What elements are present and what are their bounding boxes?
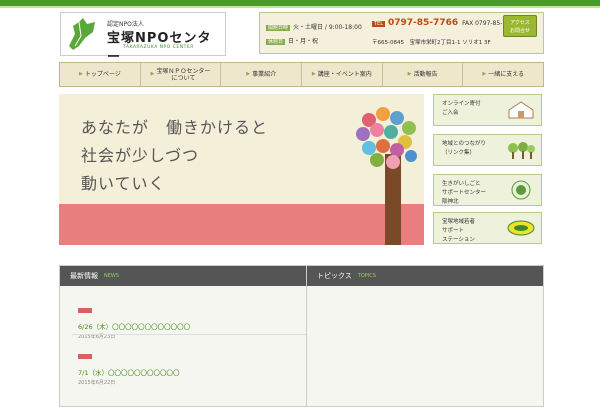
- phone-row: TEL 0797-85-7766 FAX 0797-85-7799: [372, 18, 518, 28]
- side-banner-label: 地域とのつながり （リンク集）: [442, 141, 486, 156]
- hyogo-map-logo-icon: [69, 18, 95, 50]
- topics-title-en: TOPICS: [357, 273, 376, 279]
- hero-line-1: あなたが 働きかけると: [81, 118, 269, 137]
- topics-header: トピックス TOPICS: [307, 266, 543, 286]
- triangle-bullet-icon: ▶: [407, 71, 412, 77]
- nav-item-support[interactable]: ▶ 一緒に支える: [463, 63, 543, 86]
- saposte-logo-icon: [507, 220, 535, 236]
- new-badge: [78, 308, 92, 313]
- triangle-bullet-icon: ▶: [311, 71, 316, 77]
- nav-item-label: 宝塚ＮＰＯセンター について: [156, 67, 211, 82]
- news-item-title[interactable]: 6/26（木）〇〇〇〇〇〇〇〇〇〇〇〇: [78, 321, 190, 331]
- hours-label: 開館日時: [266, 25, 291, 31]
- nav-item-label: 講座・イベント案内: [317, 71, 372, 78]
- triangle-bullet-icon: ▶: [150, 71, 155, 77]
- tel-number[interactable]: 0797-85-7766: [388, 18, 458, 28]
- heart-tree-icon: [356, 107, 417, 169]
- list-item[interactable]: 7/1（水）〇〇〇〇〇〇〇〇〇〇〇 2015年6月22日: [78, 344, 179, 386]
- closed-label: 休館日: [266, 39, 286, 45]
- closed-row: 休館日 日・月・祝: [266, 36, 318, 45]
- news-title-en: NEWS: [104, 273, 120, 279]
- nav-item-label: トップページ: [84, 71, 121, 78]
- side-banner-donation[interactable]: オンライン寄付 ご入会: [433, 94, 542, 126]
- hours-value: 火・土曜日 / 9:00-18:00: [293, 24, 362, 31]
- topics-panel: トピックス TOPICS: [306, 265, 544, 407]
- cdc-logo-icon: [511, 180, 531, 200]
- side-banner-saposte[interactable]: 宝塚地域若者 サポート ステーション: [433, 212, 542, 244]
- side-banner-ikigai[interactable]: 生きがいしごと サポートセンター 阪神北: [433, 174, 542, 206]
- triangle-bullet-icon: ▶: [246, 71, 251, 77]
- news-item-title[interactable]: 7/1（水）〇〇〇〇〇〇〇〇〇〇〇: [78, 367, 179, 377]
- hero-line-2: 社会が少しづつ: [81, 146, 200, 165]
- triangle-bullet-icon: ▶: [482, 71, 487, 77]
- contact-info-box: 開館日時 火・土曜日 / 9:00-18:00 休館日 日・月・祝 TEL 0797-…: [259, 12, 544, 54]
- nav-item-events[interactable]: ▶ 講座・イベント案内: [302, 63, 383, 86]
- hero-pink-band: [59, 204, 424, 245]
- side-banner-links[interactable]: 地域とのつながり （リンク集）: [433, 134, 542, 166]
- global-nav: ▶ トップページ ▶ 宝塚ＮＰＯセンター について ▶ 事業紹介 ▶ 講座・イベント案内…: [59, 62, 544, 87]
- nav-item-about[interactable]: ▶ 宝塚ＮＰＯセンター について: [141, 63, 222, 86]
- address: 〒665-0845 宝塚市栄町2丁目1-1 ソリオ1 3F: [372, 40, 491, 46]
- new-badge: [78, 354, 92, 359]
- hero-line-3: 動いていく: [81, 174, 166, 193]
- nav-item-reports[interactable]: ▶ 活動報告: [383, 63, 464, 86]
- side-banner-label: 宝塚地域若者 サポート ステーション: [442, 219, 476, 243]
- side-banner-label: 生きがいしごと サポートセンター 阪神北: [442, 181, 487, 205]
- nav-item-label: 活動報告: [413, 71, 438, 78]
- triangle-bullet-icon: ▶: [78, 71, 83, 77]
- nav-item-projects[interactable]: ▶ 事業紹介: [221, 63, 303, 86]
- news-title: 最新情報: [70, 272, 98, 280]
- access-contact-button[interactable]: アクセス お問合せ: [503, 15, 537, 37]
- news-divider: [72, 334, 339, 335]
- nav-item-label: 一緒に支える: [488, 71, 525, 78]
- hours-row: 開館日時 火・土曜日 / 9:00-18:00: [266, 22, 362, 31]
- topics-title: トピックス: [317, 272, 352, 280]
- site-logo[interactable]: 認定NPO法人 宝塚NPOセンター TAKARAZUKA NPO CENTER: [60, 12, 226, 65]
- closed-value: 日・月・祝: [288, 38, 319, 45]
- side-banner-label: オンライン寄付 ご入会: [442, 101, 481, 116]
- tel-label: TEL: [372, 21, 385, 27]
- trees-icon: [508, 142, 535, 159]
- news-item-date: 2015年6月22日: [78, 380, 116, 386]
- nav-item-top[interactable]: ▶ トップページ: [60, 63, 141, 86]
- logo-english: TAKARAZUKA NPO CENTER: [123, 45, 194, 50]
- house-icon: [508, 101, 534, 119]
- top-accent-stripe: [0, 6, 600, 8]
- nav-item-label: 事業紹介: [252, 71, 277, 78]
- hero-banner[interactable]: あなたが 働きかけると 社会が少しづつ 動いていく: [59, 94, 424, 245]
